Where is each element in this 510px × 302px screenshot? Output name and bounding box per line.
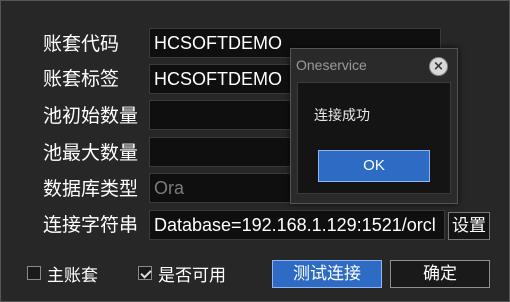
test-connection-button[interactable]: 测试连接	[272, 260, 382, 288]
connection-settings-window: 账套代码 HCSOFTDEMO 账套标签 HCSOFTDEMO 池初始数量 池最…	[0, 0, 510, 302]
main-account-checkbox-box[interactable]	[27, 266, 41, 280]
close-icon[interactable]: ×	[429, 57, 448, 76]
ok-button[interactable]: OK	[318, 150, 430, 182]
account-code-label: 账套代码	[43, 33, 120, 55]
confirm-button[interactable]: 确定	[390, 260, 490, 288]
available-checkbox[interactable]: 是否可用	[138, 263, 226, 286]
conn-string-field[interactable]: Database=192.168.1.129:1521/orcl	[149, 210, 445, 240]
pool-max-label: 池最大数量	[43, 142, 139, 164]
dialog-message: 连接成功	[314, 108, 370, 124]
message-dialog: Oneservice × 连接成功 OK	[290, 48, 458, 204]
settings-button[interactable]: 设置	[448, 212, 490, 240]
available-checkbox-label: 是否可用	[158, 265, 226, 286]
main-account-checkbox[interactable]: 主账套	[27, 263, 98, 286]
pool-init-label: 池初始数量	[43, 105, 139, 127]
dialog-body: 连接成功 OK	[297, 82, 451, 194]
dialog-title: Oneservice	[296, 57, 367, 73]
db-type-label: 数据库类型	[43, 178, 139, 200]
main-account-checkbox-label: 主账套	[47, 265, 98, 286]
account-tag-label: 账套标签	[43, 68, 120, 90]
conn-string-label: 连接字符串	[43, 214, 139, 236]
available-checkbox-box[interactable]	[138, 266, 152, 280]
